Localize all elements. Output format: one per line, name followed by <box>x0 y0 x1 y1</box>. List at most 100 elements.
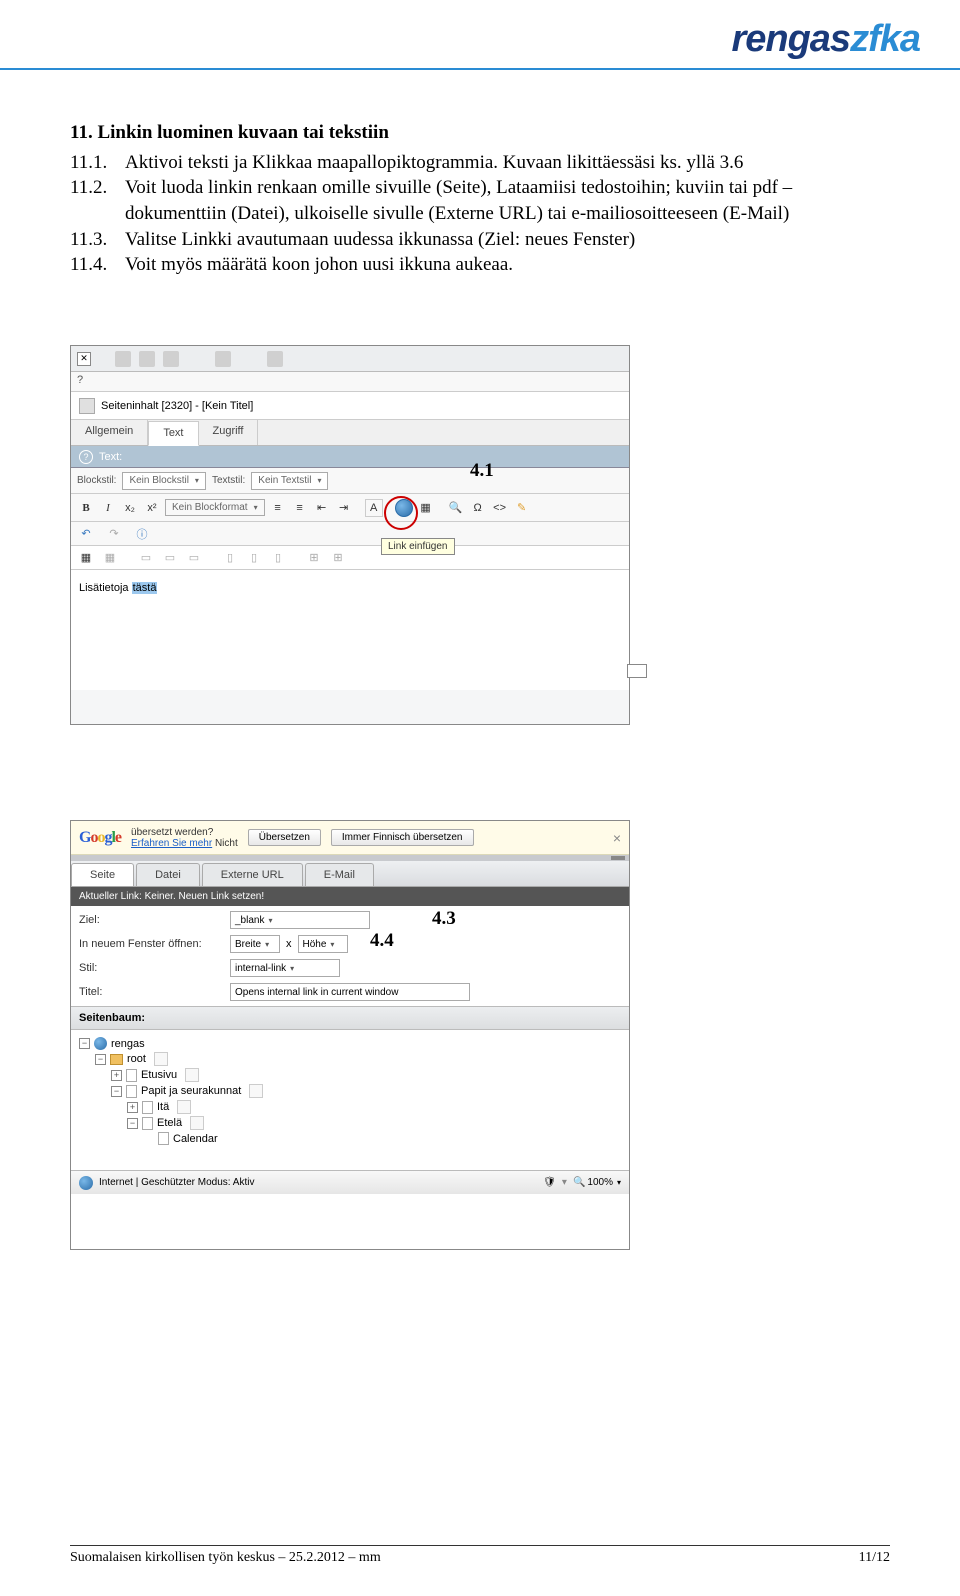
google-translate-bar: Google übersetzt werden? Erfahren Sie me… <box>71 821 629 855</box>
col-before-button[interactable]: ▯ <box>221 549 239 567</box>
table-props-button[interactable]: ▦ <box>101 549 119 567</box>
link-tooltip: Link einfügen <box>381 538 455 555</box>
collapse-icon[interactable]: − <box>111 1086 122 1097</box>
clear-button[interactable]: ✎ <box>513 499 531 517</box>
action-icon[interactable] <box>190 1116 204 1130</box>
action-icon[interactable] <box>249 1084 263 1098</box>
editor-text: Lisätietoja <box>79 582 132 594</box>
help-icon[interactable]: ? <box>77 374 83 386</box>
expand-icon[interactable]: + <box>111 1070 122 1081</box>
ziel-select[interactable]: _blank <box>230 911 370 929</box>
row-after-button[interactable]: ▭ <box>161 549 179 567</box>
action-icon[interactable] <box>185 1068 199 1082</box>
action-icon[interactable] <box>177 1100 191 1114</box>
tree-node[interactable]: Calendar <box>79 1131 621 1146</box>
tab-zugriff[interactable]: Zugriff <box>199 420 259 445</box>
expand-icon[interactable]: + <box>127 1102 138 1113</box>
outdent-button[interactable]: ⇤ <box>313 499 331 517</box>
cell-merge-button[interactable]: ⊞ <box>329 549 347 567</box>
content-title: Seiteninhalt [2320] - [Kein Titel] <box>101 400 253 412</box>
image-button[interactable]: ▦ <box>417 499 435 517</box>
tab-datei[interactable]: Datei <box>136 863 200 886</box>
bold-button[interactable]: B <box>77 499 95 517</box>
save-view-icon[interactable] <box>139 351 155 367</box>
undo-icon[interactable] <box>267 351 283 367</box>
tree-node[interactable]: − rengas <box>79 1036 621 1051</box>
close-icon[interactable]: × <box>613 830 621 846</box>
help-icon[interactable]: ? <box>79 450 93 464</box>
zoom-control[interactable]: 🔍100%▾ <box>573 1177 621 1188</box>
link-dialog-screenshot: Google übersetzt werden? Erfahren Sie me… <box>70 820 630 1250</box>
list-ordered-button[interactable]: ≡ <box>269 499 287 517</box>
annotation-4-3: 4.3 <box>432 908 456 930</box>
textstil-select[interactable]: Kein Textstil▾ <box>251 472 328 490</box>
hohe-select[interactable]: Höhe <box>298 935 348 953</box>
find-button[interactable]: 🔍 <box>447 499 465 517</box>
page-number: 11/12 <box>859 1550 890 1566</box>
blockformat-select[interactable]: Kein Blockformat▾ <box>165 499 265 516</box>
collapse-icon[interactable]: − <box>79 1038 90 1049</box>
close-icon[interactable]: ✕ <box>77 352 91 366</box>
always-translate-button[interactable]: Immer Finnisch übersetzen <box>331 829 474 846</box>
list-item: 11.2. Voit luoda linkin renkaan omille s… <box>70 175 890 226</box>
superscript-button[interactable]: x² <box>143 499 161 517</box>
section-heading: 11. Linkin luominen kuvaan tai tekstiin <box>70 120 890 146</box>
undo-button[interactable]: ↶ <box>77 525 95 543</box>
col-delete-button[interactable]: ▯ <box>269 549 287 567</box>
redo-button[interactable]: ↷ <box>105 525 123 543</box>
content-title-bar: Seiteninhalt [2320] - [Kein Titel] <box>71 392 629 420</box>
tree-node[interactable]: + Itä <box>79 1099 621 1115</box>
tree-header: Seitenbaum: <box>71 1006 629 1030</box>
annotation-circle <box>384 496 418 530</box>
tab-email[interactable]: E-Mail <box>305 863 374 886</box>
cell-split-button[interactable]: ⊞ <box>305 549 323 567</box>
special-char-button[interactable]: Ω <box>469 499 487 517</box>
indent-button[interactable]: ⇥ <box>335 499 353 517</box>
row-before-button[interactable]: ▭ <box>137 549 155 567</box>
tree-node[interactable]: − root <box>79 1051 621 1067</box>
char-a-button[interactable]: A <box>365 499 383 517</box>
subscript-button[interactable]: x₂ <box>121 499 139 517</box>
row-delete-button[interactable]: ▭ <box>185 549 203 567</box>
folder-icon <box>110 1054 123 1065</box>
save-close-icon[interactable] <box>163 351 179 367</box>
status-bar: Internet | Geschützter Modus: Aktiv 🛡 ▾ … <box>71 1170 629 1194</box>
help-row: ? <box>71 372 629 392</box>
fenster-label: In neuem Fenster öffnen: <box>79 938 224 950</box>
calendar-page-icon <box>158 1132 169 1145</box>
page-footer: Suomalaisen kirkollisen työn keskus – 25… <box>70 1545 890 1566</box>
tab-seite[interactable]: Seite <box>71 863 134 886</box>
google-logo: Google <box>79 829 121 847</box>
style-toolbar: Blockstil: Kein Blockstil▾ Textstil: Kei… <box>71 468 629 494</box>
blockstil-select[interactable]: Kein Blockstil▾ <box>122 472 205 490</box>
translate-button[interactable]: Übersetzen <box>248 829 321 846</box>
tree-node[interactable]: − Papit ja seurakunnat <box>79 1083 621 1099</box>
titel-input[interactable]: Opens internal link in current window <box>230 983 470 1001</box>
site-icon <box>94 1037 107 1050</box>
stil-select[interactable]: internal-link <box>230 959 340 977</box>
code-button[interactable]: <> <box>491 499 509 517</box>
action-icon[interactable] <box>154 1052 168 1066</box>
tree-node[interactable]: + Etusivu <box>79 1067 621 1083</box>
table-button[interactable]: ▦ <box>77 549 95 567</box>
info-button[interactable]: ⓘ <box>133 525 151 543</box>
collapse-icon[interactable]: − <box>127 1118 138 1129</box>
italic-button[interactable]: I <box>99 499 117 517</box>
delete-icon[interactable] <box>215 351 231 367</box>
annotation-4-1: 4.1 <box>470 460 494 482</box>
learn-more-link[interactable]: Erfahren Sie mehr <box>131 838 212 849</box>
list-unordered-button[interactable]: ≡ <box>291 499 309 517</box>
collapse-icon[interactable]: − <box>95 1054 106 1065</box>
col-after-button[interactable]: ▯ <box>245 549 263 567</box>
tree-node[interactable]: − Etelä <box>79 1115 621 1131</box>
table-toolbar: ▦ ▦ ▭ ▭ ▭ ▯ ▯ ▯ ⊞ ⊞ <box>71 546 629 570</box>
tab-allgemein[interactable]: Allgemein <box>71 420 148 445</box>
link-type-tabs: Seite Datei Externe URL E-Mail <box>71 861 629 887</box>
tab-externe-url[interactable]: Externe URL <box>202 863 303 886</box>
rich-text-editor[interactable]: Lisätietoja tästä <box>71 570 629 690</box>
breite-select[interactable]: Breite <box>230 935 280 953</box>
blockstil-label: Blockstil: <box>77 475 116 486</box>
content-tabs: Allgemein Text Zugriff <box>71 420 629 446</box>
save-icon[interactable] <box>115 351 131 367</box>
tab-text[interactable]: Text <box>148 421 198 446</box>
